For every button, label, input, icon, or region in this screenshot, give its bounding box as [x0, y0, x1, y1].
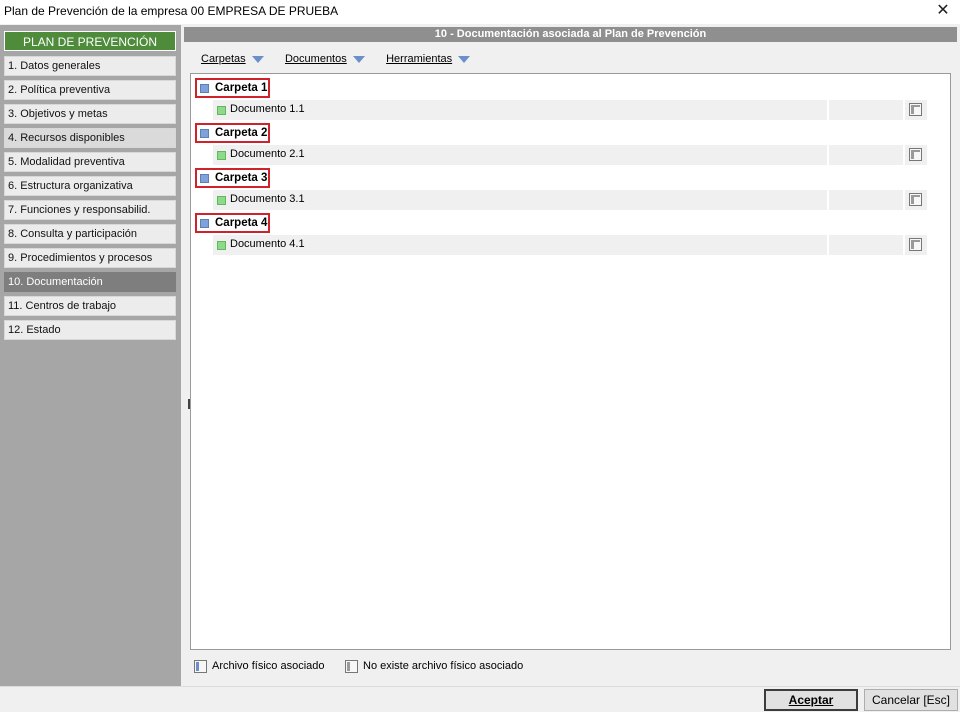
document-label: Documento 4.1 — [230, 238, 305, 250]
document-tree: Carpeta 1 Documento 1.1 Carpeta 2 Docume… — [190, 73, 951, 650]
sidebar-item-procedimientos-procesos[interactable]: 9. Procedimientos y procesos — [4, 248, 176, 268]
document-icon — [217, 196, 226, 205]
sidebar-item-documentacion[interactable]: 10. Documentación — [4, 272, 176, 292]
tree-document[interactable]: Documento 4.1 — [213, 235, 927, 255]
folder-icon — [200, 84, 209, 93]
column-divider — [827, 190, 829, 210]
file-attached-icon[interactable] — [909, 148, 922, 161]
file-missing-icon — [345, 660, 358, 673]
column-divider — [903, 145, 905, 165]
folder-icon — [200, 174, 209, 183]
document-label: Documento 1.1 — [230, 103, 305, 115]
document-icon — [217, 241, 226, 250]
sidebar-item-centros-trabajo[interactable]: 11. Centros de trabajo — [4, 296, 176, 316]
file-attached-icon[interactable] — [909, 193, 922, 206]
sidebar-item-modalidad-preventiva[interactable]: 5. Modalidad preventiva — [4, 152, 176, 172]
window-title: Plan de Prevención de la empresa 00 EMPR… — [4, 4, 339, 18]
folder-label: Carpeta 3 — [215, 172, 268, 184]
folder-icon — [200, 219, 209, 228]
main-panel: 10 - Documentación asociada al Plan de P… — [181, 25, 960, 686]
tree-folder[interactable]: Carpeta 2 — [195, 123, 270, 143]
sidebar-item-estado[interactable]: 12. Estado — [4, 320, 176, 340]
sidebar-item-consulta-participacion[interactable]: 8. Consulta y participación — [4, 224, 176, 244]
file-attached-icon[interactable] — [909, 238, 922, 251]
sidebar-item-objetivos-metas[interactable]: 3. Objetivos y metas — [4, 104, 176, 124]
document-label: Documento 3.1 — [230, 193, 305, 205]
file-attached-icon — [194, 660, 207, 673]
menu-bar: Carpetas Documentos Herramientas — [201, 51, 488, 67]
tree-folder[interactable]: Carpeta 3 — [195, 168, 270, 188]
folder-label: Carpeta 2 — [215, 127, 268, 139]
title-bar: Plan de Prevención de la empresa 00 EMPR… — [0, 0, 960, 24]
column-divider — [903, 100, 905, 120]
close-icon[interactable]: ✕ — [934, 2, 952, 20]
document-icon — [217, 106, 226, 115]
file-attached-icon[interactable] — [909, 103, 922, 116]
chevron-down-icon — [458, 55, 471, 63]
document-icon — [217, 151, 226, 160]
folder-icon — [200, 129, 209, 138]
menu-documentos-label: Documentos — [284, 53, 347, 65]
column-divider — [903, 190, 905, 210]
accept-button[interactable]: Aceptar — [764, 689, 858, 711]
column-divider — [827, 145, 829, 165]
panel-title: 10 - Documentación asociada al Plan de P… — [184, 27, 957, 42]
sidebar-nav: 1. Datos generales 2. Política preventiv… — [4, 56, 176, 344]
menu-herramientas[interactable]: Herramientas — [386, 53, 471, 65]
tree-folder[interactable]: Carpeta 4 — [195, 213, 270, 233]
menu-documentos[interactable]: Documentos — [285, 53, 365, 65]
column-divider — [827, 235, 829, 255]
menu-carpetas-label: Carpetas — [201, 53, 246, 65]
column-divider — [827, 100, 829, 120]
tree-folder[interactable]: Carpeta 1 — [195, 78, 270, 98]
menu-carpetas[interactable]: Carpetas — [201, 53, 264, 65]
sidebar-item-funciones-responsabilidades[interactable]: 7. Funciones y responsabilid. — [4, 200, 176, 220]
sidebar-item-estructura-organizativa[interactable]: 6. Estructura organizativa — [4, 176, 176, 196]
sidebar-item-datos-generales[interactable]: 1. Datos generales — [4, 56, 176, 76]
menu-herramientas-label: Herramientas — [386, 53, 453, 65]
document-label: Documento 2.1 — [230, 148, 305, 160]
chevron-down-icon — [251, 55, 264, 63]
tree-document[interactable]: Documento 1.1 — [213, 100, 927, 120]
tree-document[interactable]: Documento 3.1 — [213, 190, 927, 210]
folder-label: Carpeta 4 — [215, 217, 268, 229]
tree-document[interactable]: Documento 2.1 — [213, 145, 927, 165]
folder-label: Carpeta 1 — [215, 82, 268, 94]
column-divider — [903, 235, 905, 255]
sidebar: PLAN DE PREVENCIÓN 1. Datos generales 2.… — [0, 25, 181, 686]
legend-has-file-label: Archivo físico asociado — [212, 660, 325, 672]
button-bar: Aceptar Cancelar [Esc] — [0, 686, 960, 712]
sidebar-item-recursos-disponibles[interactable]: 4. Recursos disponibles — [4, 128, 176, 148]
sidebar-item-politica-preventiva[interactable]: 2. Política preventiva — [4, 80, 176, 100]
sidebar-header: PLAN DE PREVENCIÓN — [4, 31, 176, 51]
cancel-button[interactable]: Cancelar [Esc] — [864, 689, 958, 711]
legend-no-file-label: No existe archivo físico asociado — [363, 660, 524, 672]
chevron-down-icon — [352, 55, 365, 63]
